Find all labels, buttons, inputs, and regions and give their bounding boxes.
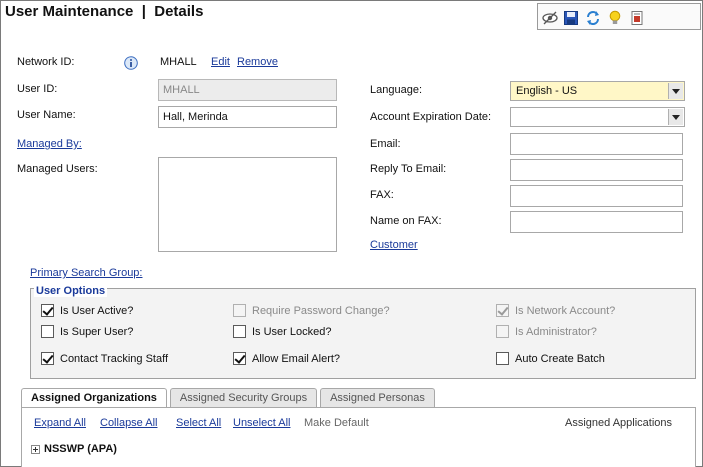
user-name-label: User Name: bbox=[17, 109, 76, 121]
view-icon[interactable] bbox=[542, 10, 558, 26]
fax-label: FAX: bbox=[370, 189, 394, 201]
option-label: Allow Email Alert? bbox=[252, 352, 341, 365]
report-icon[interactable] bbox=[629, 10, 645, 26]
assignment-tabs: Assigned Organizations Assigned Security… bbox=[21, 388, 438, 408]
option-label: Is Super User? bbox=[60, 325, 134, 338]
refresh-icon[interactable] bbox=[585, 10, 601, 26]
option-auto-create-batch[interactable]: Auto Create Batch bbox=[496, 352, 605, 365]
name-on-fax-label: Name on FAX: bbox=[370, 215, 442, 227]
checkbox[interactable] bbox=[41, 304, 54, 317]
account-expiration-label: Account Expiration Date: bbox=[370, 111, 492, 123]
option-is-super-user[interactable]: Is Super User? bbox=[41, 325, 133, 338]
info-icon[interactable] bbox=[124, 56, 138, 70]
tree-item-label: NSSWP (APA) bbox=[44, 443, 117, 455]
checkbox[interactable] bbox=[233, 352, 246, 365]
name-on-fax-field[interactable] bbox=[510, 211, 683, 233]
option-is-user-locked[interactable]: Is User Locked? bbox=[233, 325, 331, 338]
reply-to-email-field[interactable] bbox=[510, 159, 683, 181]
email-label: Email: bbox=[370, 138, 401, 150]
option-label: Is User Active? bbox=[60, 304, 134, 317]
email-field[interactable] bbox=[510, 133, 683, 155]
select-all-link[interactable]: Select All bbox=[176, 417, 221, 429]
language-value: English - US bbox=[516, 85, 578, 97]
make-default-link: Make Default bbox=[304, 417, 369, 429]
managed-users-list[interactable] bbox=[158, 157, 337, 252]
expand-all-link[interactable]: Expand All bbox=[34, 417, 86, 429]
checkbox bbox=[496, 304, 509, 317]
option-contact-tracking-staff[interactable]: Contact Tracking Staff bbox=[41, 352, 168, 365]
remove-network-id-link[interactable]: Remove bbox=[237, 56, 278, 68]
chevron-down-icon[interactable] bbox=[668, 83, 683, 99]
option-label: Is User Locked? bbox=[252, 325, 332, 338]
save-icon[interactable] bbox=[563, 10, 579, 26]
network-id-value: MHALL bbox=[160, 56, 197, 68]
edit-network-id-link[interactable]: Edit bbox=[211, 56, 230, 68]
customer-link[interactable]: Customer bbox=[370, 239, 418, 251]
option-is-network-account: Is Network Account? bbox=[496, 304, 615, 317]
option-require-password-change: Require Password Change? bbox=[233, 304, 390, 317]
expand-plus-icon[interactable] bbox=[31, 444, 40, 454]
primary-search-group-link[interactable]: Primary Search Group: bbox=[30, 267, 142, 279]
assigned-applications-header: Assigned Applications bbox=[565, 417, 673, 429]
checkbox[interactable] bbox=[496, 352, 509, 365]
network-id-label: Network ID: bbox=[17, 56, 75, 68]
option-allow-email-alert[interactable]: Allow Email Alert? bbox=[233, 352, 340, 365]
tab-assigned-security-groups[interactable]: Assigned Security Groups bbox=[169, 388, 318, 407]
managed-by-link[interactable]: Managed By: bbox=[17, 138, 82, 150]
option-label: Is Network Account? bbox=[515, 304, 616, 317]
collapse-all-link[interactable]: Collapse All bbox=[100, 417, 157, 429]
user-name-field[interactable]: Hall, Merinda bbox=[158, 106, 337, 128]
reply-to-email-label: Reply To Email: bbox=[370, 163, 447, 175]
page-title: User Maintenance | Details bbox=[5, 3, 204, 20]
language-label: Language: bbox=[370, 84, 422, 96]
option-label: Is Administrator? bbox=[515, 325, 597, 338]
language-select[interactable]: English - US bbox=[510, 81, 685, 101]
unselect-all-link[interactable]: Unselect All bbox=[233, 417, 290, 429]
option-label: Contact Tracking Staff bbox=[60, 352, 169, 365]
option-is-user-active[interactable]: Is User Active? bbox=[41, 304, 133, 317]
tab-assigned-organizations[interactable]: Assigned Organizations bbox=[21, 388, 167, 408]
user-options-title: User Options bbox=[34, 285, 108, 297]
assigned-organizations-panel bbox=[21, 407, 696, 467]
lightbulb-icon[interactable] bbox=[607, 10, 623, 26]
toolbar bbox=[537, 3, 701, 30]
user-maintenance-window: User Maintenance | Details Network ID: M… bbox=[0, 0, 703, 467]
checkbox[interactable] bbox=[233, 325, 246, 338]
option-label: Require Password Change? bbox=[252, 304, 390, 317]
checkbox bbox=[496, 325, 509, 338]
option-is-administrator: Is Administrator? bbox=[496, 325, 597, 338]
org-tree-item[interactable]: NSSWP (APA) bbox=[31, 443, 117, 455]
chevron-down-icon[interactable] bbox=[668, 109, 683, 125]
fax-field[interactable] bbox=[510, 185, 683, 207]
checkbox[interactable] bbox=[41, 325, 54, 338]
account-expiration-select[interactable] bbox=[510, 107, 685, 127]
user-id-label: User ID: bbox=[17, 83, 58, 95]
tab-assigned-personas[interactable]: Assigned Personas bbox=[320, 388, 435, 407]
user-id-field: MHALL bbox=[158, 79, 337, 101]
checkbox[interactable] bbox=[41, 352, 54, 365]
option-label: Auto Create Batch bbox=[515, 352, 605, 365]
managed-users-label: Managed Users: bbox=[17, 163, 98, 175]
checkbox bbox=[233, 304, 246, 317]
